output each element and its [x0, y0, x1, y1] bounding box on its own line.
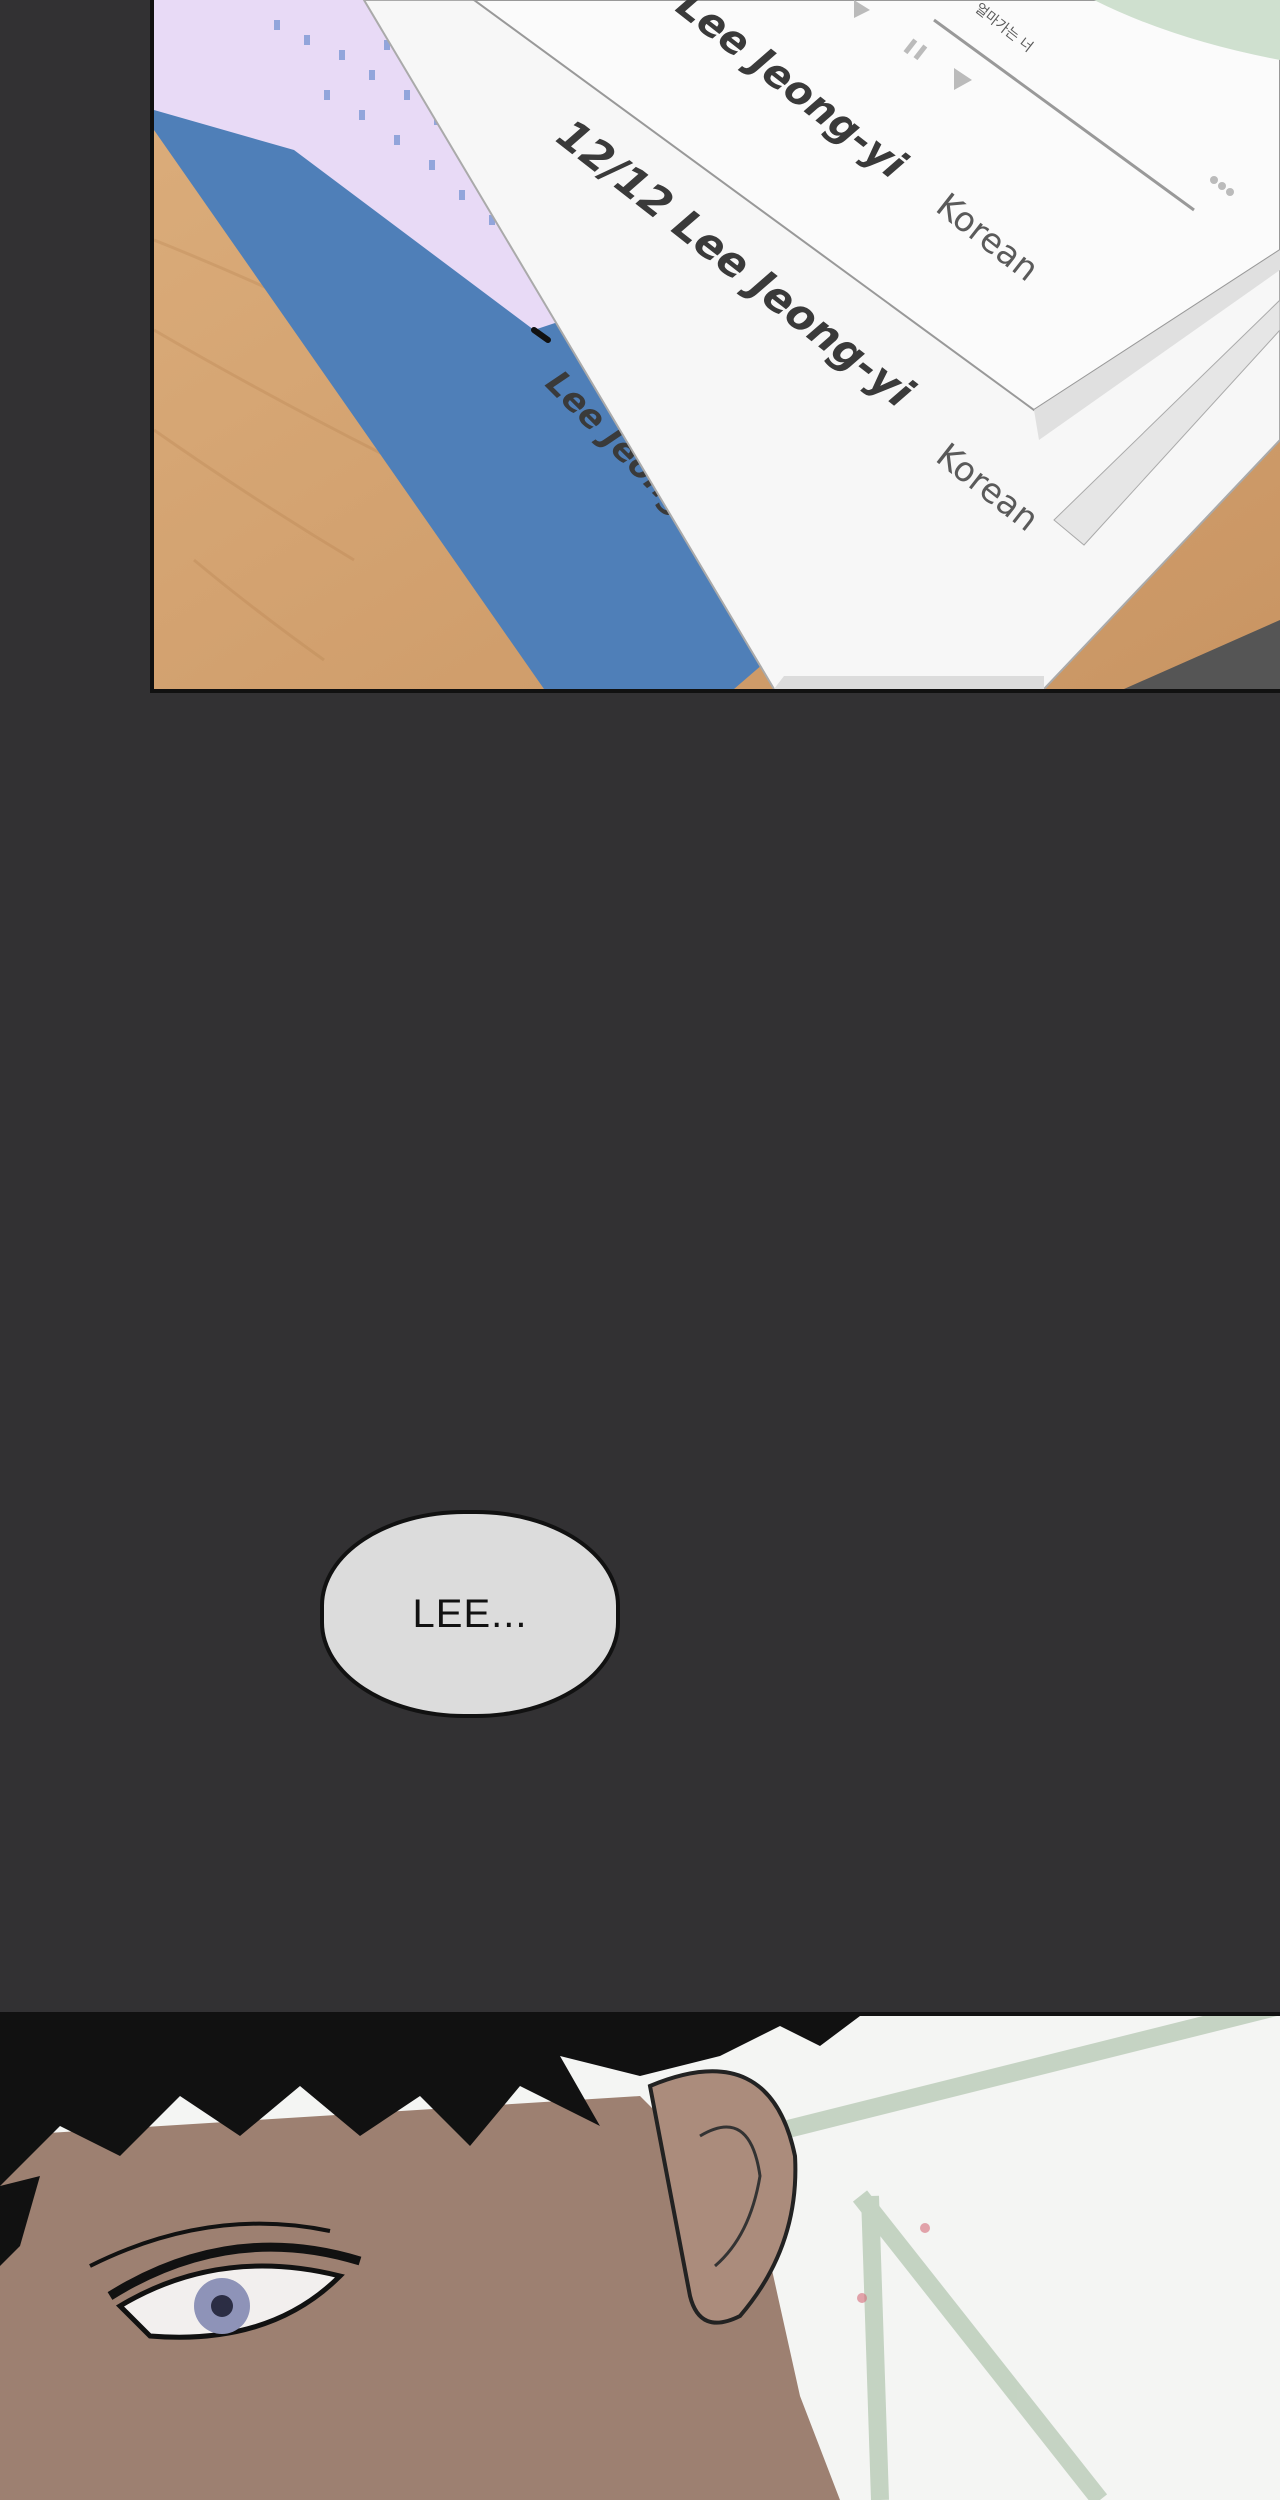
- panel-desk-cards: Lee Jeong-yi 12/12 Lee Jeong-yi Korean L…: [150, 0, 1280, 693]
- desk-illustration: Lee Jeong-yi 12/12 Lee Jeong-yi Korean L…: [154, 0, 1280, 689]
- character-illustration: [0, 2016, 1280, 2500]
- blur-dot: [920, 2223, 930, 2233]
- speech-bubble: LEE...: [320, 1510, 620, 1718]
- speech-bubble-text: LEE...: [412, 1591, 528, 1636]
- panel-character-closeup: [0, 2012, 1280, 2500]
- pupil: [211, 2295, 233, 2317]
- blur-dot: [857, 2293, 867, 2303]
